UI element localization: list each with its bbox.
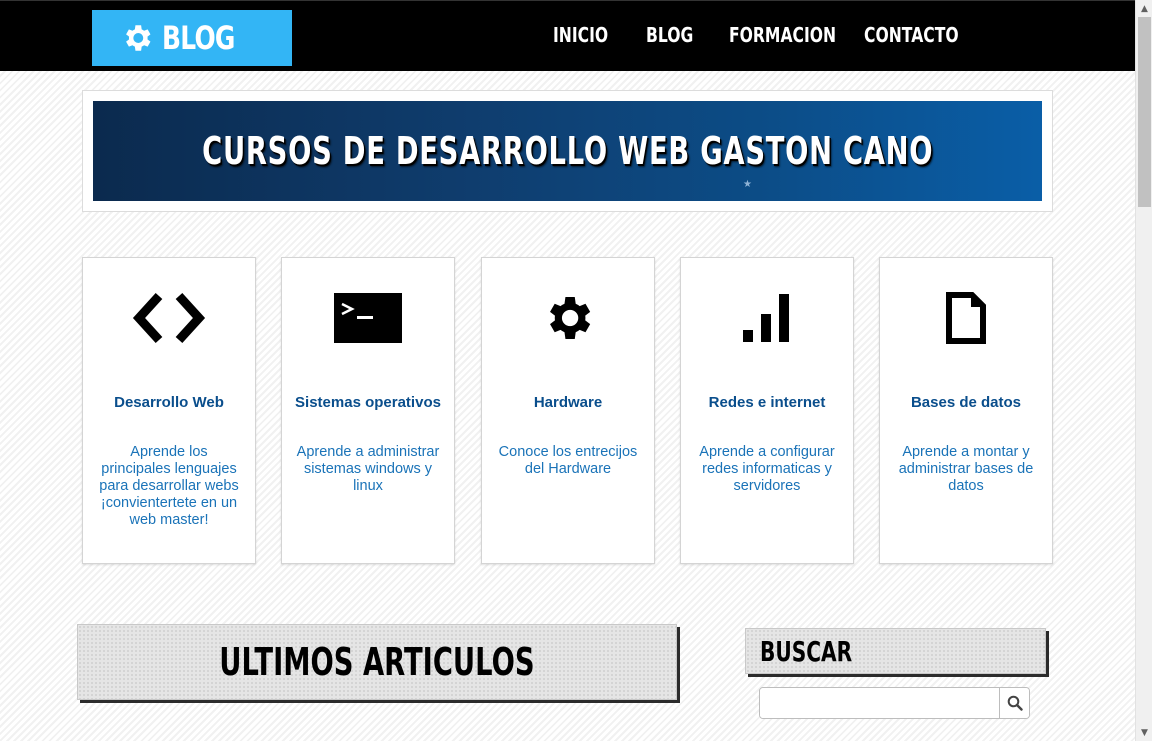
category-card-redes[interactable]: Redes e internet Aprende a configurar re… — [680, 257, 854, 564]
nav-item-contacto[interactable]: CONTACTO — [864, 23, 959, 47]
nav-item-formacion[interactable]: FORMACION — [729, 23, 836, 47]
code-icon — [83, 288, 255, 348]
main-nav: INICIO BLOG FORMACION CONTACTO — [553, 23, 959, 47]
card-description: Aprende a administrar sistemas windows y… — [296, 444, 440, 494]
card-description: Aprende los principales lenguajes para d… — [99, 444, 239, 528]
banner-frame: CURSOS DE DESARROLLO WEB GASTON CANO ★ — [82, 90, 1053, 212]
terminal-icon — [282, 288, 454, 348]
latest-articles-title: ULTIMOS ARTICULOS — [219, 640, 535, 684]
card-description: Conoce los entrecijos del Hardware — [498, 444, 638, 477]
gear-icon — [120, 21, 154, 55]
card-title[interactable]: Desarrollo Web — [83, 394, 255, 411]
document-icon — [880, 288, 1052, 348]
gear-icon — [482, 288, 654, 348]
category-card-bases-de-datos[interactable]: Bases de datos Aprende a montar y admini… — [879, 257, 1053, 564]
category-card-hardware[interactable]: Hardware Conoce los entrecijos del Hardw… — [481, 257, 655, 564]
scroll-down-arrow-icon[interactable]: ▼ — [1136, 724, 1152, 741]
nav-item-inicio[interactable]: INICIO — [553, 23, 608, 47]
search-input[interactable] — [760, 688, 1000, 718]
search-field — [759, 687, 1030, 719]
card-description: Aprende a configurar redes informaticas … — [699, 444, 835, 494]
search-button[interactable] — [999, 688, 1029, 718]
scroll-up-arrow-icon[interactable]: ▲ — [1136, 0, 1152, 17]
card-title[interactable]: Sistemas operativos — [282, 394, 454, 411]
card-title[interactable]: Bases de datos — [880, 394, 1052, 411]
category-card-desarrollo-web[interactable]: Desarrollo Web Aprende los principales l… — [82, 257, 256, 564]
vertical-scrollbar[interactable]: ▲ ▼ — [1135, 0, 1152, 741]
latest-articles-header: ULTIMOS ARTICULOS — [77, 624, 677, 700]
site-logo[interactable]: BLOG — [92, 10, 292, 66]
search-title: BUSCAR — [760, 634, 853, 668]
card-description: Aprende a montar y administrar bases de … — [898, 444, 1034, 494]
card-title[interactable]: Redes e internet — [681, 394, 853, 411]
card-title[interactable]: Hardware — [482, 394, 654, 411]
search-widget-header: BUSCAR — [745, 628, 1046, 674]
nav-item-blog[interactable]: BLOG — [646, 23, 693, 47]
star-icon: ★ — [743, 179, 752, 190]
header-bar: BLOG INICIO BLOG FORMACION CONTACTO — [0, 0, 1135, 71]
banner-title: CURSOS DE DESARROLLO WEB GASTON CANO — [201, 129, 934, 173]
category-card-sistemas-operativos[interactable]: Sistemas operativos Aprende a administra… — [281, 257, 455, 564]
scrollbar-thumb[interactable] — [1138, 17, 1151, 207]
signal-bars-icon — [681, 288, 853, 348]
page-viewport: BLOG INICIO BLOG FORMACION CONTACTO CURS… — [0, 0, 1135, 741]
logo-text: BLOG — [162, 19, 235, 57]
hero-banner: CURSOS DE DESARROLLO WEB GASTON CANO ★ — [93, 101, 1042, 201]
search-icon — [1007, 695, 1023, 711]
